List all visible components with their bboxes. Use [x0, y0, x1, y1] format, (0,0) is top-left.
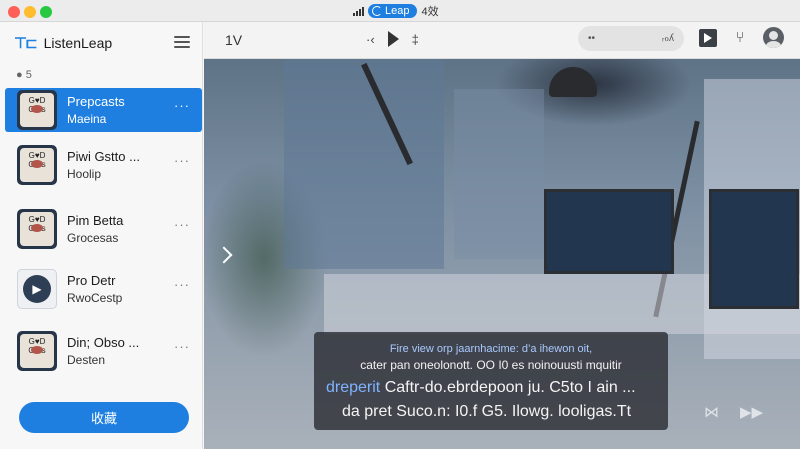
previous-button[interactable]: ·‹: [366, 32, 375, 47]
toolbar-label[interactable]: 1V: [225, 32, 242, 48]
avatar[interactable]: [763, 27, 784, 48]
next-button[interactable]: ‡: [412, 32, 419, 47]
window-background: [454, 89, 544, 259]
more-icon[interactable]: ···: [174, 339, 190, 354]
minimize-window-button[interactable]: [24, 6, 36, 18]
podcast-thumbnail: G♥D Of♥s: [17, 145, 57, 185]
item-title: Piwi Gstto ...: [67, 149, 140, 164]
list-item[interactable]: G♥D Of♥s Pim Betta Grocesas ···: [5, 207, 202, 251]
search-field[interactable]: •• ᵣℴʎ: [578, 26, 684, 51]
title-bar-text: 4效: [421, 6, 439, 18]
collect-button[interactable]: 收藏: [19, 402, 189, 433]
item-subtitle: Grocesas: [67, 231, 119, 245]
title-bar: Leap 4效: [0, 0, 800, 22]
fast-forward-icon[interactable]: ▶▶: [740, 403, 763, 421]
item-title: Prepcasts: [67, 94, 125, 109]
play-icon[interactable]: [387, 31, 399, 47]
list-item[interactable]: G♥D Of♥s Din; Obso ... Desten ···: [5, 329, 202, 373]
logo-icon: ⊤⊏: [14, 35, 38, 52]
app-badge[interactable]: Leap: [368, 4, 418, 18]
more-icon[interactable]: ···: [174, 153, 190, 168]
signal-icon: [353, 6, 364, 16]
subtitle-line: da pret Suco.n: I0.f G5. Ilowg. looligas…: [342, 403, 632, 420]
subtitle-line: dreperit Caftr-do.ebrdepoon ju. C5to I a…: [326, 379, 636, 396]
zoom-window-button[interactable]: [40, 6, 52, 18]
more-icon[interactable]: ···: [174, 217, 190, 232]
subtitle-line: cater pan oneolonott. OO I0 es noinouust…: [360, 358, 622, 372]
playback-controls: ·‹ ‡: [366, 31, 419, 47]
list-menu-icon[interactable]: [174, 36, 190, 48]
media-player-icon[interactable]: [699, 29, 717, 47]
subtitle-highlight-word[interactable]: dreperit: [326, 379, 380, 396]
podcast-thumbnail: ▶: [17, 269, 57, 309]
chevron-right-icon[interactable]: [215, 246, 233, 264]
app-badge-label: Leap: [385, 5, 410, 17]
more-icon[interactable]: ···: [174, 98, 190, 113]
branch-icon[interactable]: ⑂: [731, 29, 749, 47]
monitor: [709, 189, 799, 309]
podcast-thumbnail: G♥D Of♥s: [17, 331, 57, 371]
lamp-head: [549, 67, 597, 97]
list-item[interactable]: G♥D Of♥s Piwi Gstto ... Hoolip ···: [5, 143, 202, 187]
video-player[interactable]: Fire view orp jaarnhacime: d’a ihewon oi…: [204, 59, 800, 449]
item-title: Pim Betta: [67, 213, 124, 228]
title-bar-status: Leap 4效: [353, 3, 439, 19]
item-title: Pro Detr: [67, 273, 116, 288]
subtitle-line: Fire view orp jaarnhacime: d’a ihewon oi…: [389, 343, 593, 355]
section-label: ● 5: [16, 69, 32, 81]
leap-icon: [372, 6, 382, 16]
search-field-suffix: ᵣℴʎ: [661, 33, 674, 44]
podcast-thumbnail: G♥D Of♥s: [17, 209, 57, 249]
item-subtitle: RwoCestp: [67, 291, 123, 305]
list-item[interactable]: G♥D Of♥s Prepcasts Maeina ···: [5, 88, 202, 132]
sidebar: ⊤⊏ ListenLeap ● 5 G♥D Of♥s Prepcasts Mae…: [0, 22, 203, 449]
monitor: [544, 189, 674, 274]
play-icon: ▶: [23, 275, 51, 303]
item-subtitle: Hoolip: [67, 167, 102, 181]
brand: ⊤⊏ ListenLeap: [14, 34, 112, 52]
podcast-thumbnail: G♥D Of♥s: [17, 90, 57, 130]
toolbar: 1V ·‹ ‡ •• ᵣℴʎ ⑂: [204, 22, 800, 59]
search-field-dots: ••: [588, 33, 596, 44]
item-subtitle: Desten: [67, 353, 106, 367]
item-title: Din; Obso ...: [67, 335, 140, 350]
more-icon[interactable]: ···: [174, 277, 190, 292]
close-window-button[interactable]: [8, 6, 20, 18]
subtitle-panel: Fire view orp jaarnhacime: d’a ihewon oi…: [314, 332, 668, 430]
window-background: [284, 59, 444, 269]
item-subtitle: Maeina: [67, 112, 107, 126]
shuffle-icon[interactable]: ⋈: [704, 403, 719, 421]
app-name: ListenLeap: [43, 35, 113, 51]
list-item[interactable]: ▶ Pro Detr RwoCestp ···: [5, 267, 202, 311]
